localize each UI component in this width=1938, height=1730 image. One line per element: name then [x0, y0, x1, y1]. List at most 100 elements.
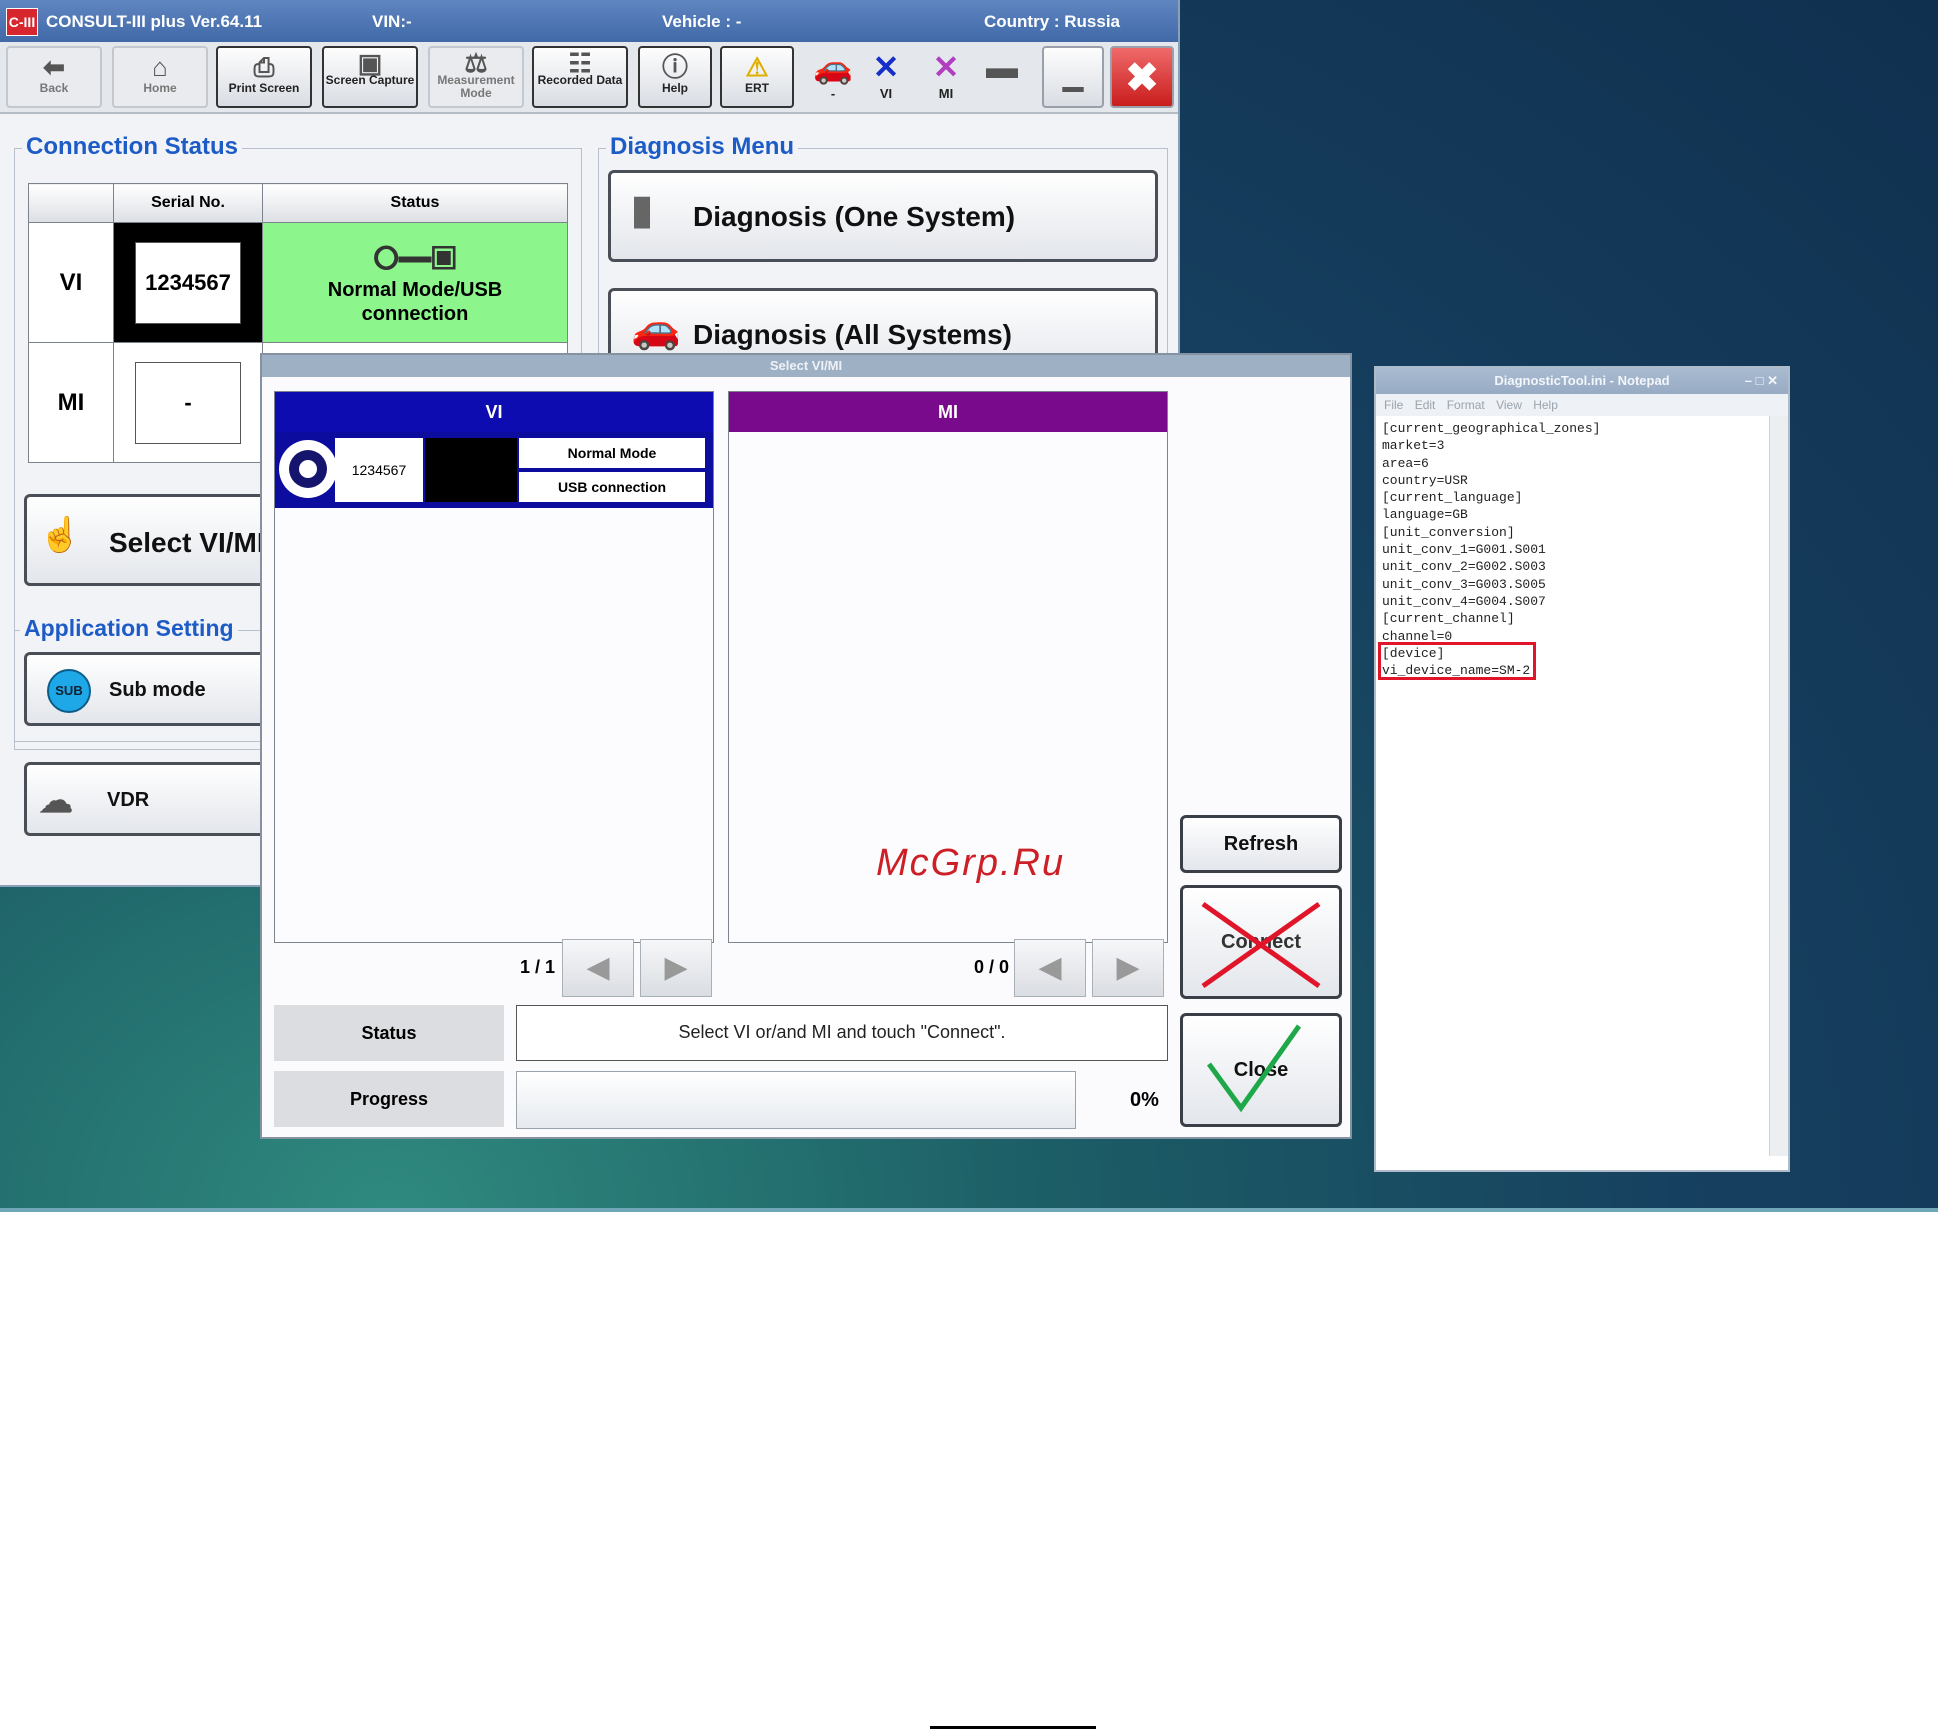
mi-next-page-button[interactable]: ▶: [1092, 939, 1164, 997]
home-icon: ⌂: [152, 52, 168, 82]
status-label: Status: [274, 1005, 504, 1061]
close-icon: ✖: [1125, 56, 1159, 100]
progress-label: Progress: [274, 1071, 504, 1127]
notepad-title: DiagnosticTool.ini - Notepad: [1494, 373, 1670, 388]
vin-label: VIN:-: [372, 12, 412, 31]
mi-status-indicator: ✕ MI: [920, 48, 972, 108]
vi-list-header: VI: [275, 392, 713, 432]
vi-item-connection: USB connection: [519, 472, 705, 502]
mi-list-header: MI: [729, 392, 1167, 432]
vi-page-indicator: 1 / 1: [520, 957, 556, 977]
mi-row-label: MI: [28, 342, 114, 463]
select-vimi-dialog: Select VI/MI VI 1234567 Normal Mode USB …: [260, 353, 1352, 1139]
vi-prev-page-button[interactable]: ◀: [562, 939, 634, 997]
help-icon: ⓘ: [661, 52, 688, 82]
progress-percent: 0%: [1130, 1089, 1159, 1111]
text-line: area=6: [1382, 455, 1429, 471]
vdr-icon: ☁: [39, 782, 73, 820]
close-app-button[interactable]: ✖: [1110, 46, 1174, 108]
usb-plug-icon: ⭘━▣: [373, 239, 457, 276]
notepad-titlebar: DiagnosticTool.ini - Notepad – □ ✕: [1376, 368, 1788, 394]
watermark: McGrp.Ru: [876, 842, 1066, 884]
refresh-button[interactable]: Refresh: [1180, 815, 1342, 873]
notepad-window: DiagnosticTool.ini - Notepad – □ ✕ File …: [1374, 366, 1790, 1172]
vi-next-page-button[interactable]: ▶: [640, 939, 712, 997]
dialog-title: Select VI/MI: [262, 355, 1350, 377]
home-button[interactable]: ⌂ Home: [112, 46, 208, 108]
camera-icon: ▣: [357, 48, 383, 78]
menu-format[interactable]: Format: [1447, 398, 1485, 412]
text-line: [current_geographical_zones]: [1382, 421, 1601, 436]
measurement-icon: ⚖: [464, 48, 488, 78]
text-line: country=USR: [1382, 472, 1468, 488]
vi-list-item[interactable]: 1234567 Normal Mode USB connection: [275, 432, 713, 508]
serial-column-header: Serial No.: [113, 183, 263, 223]
application-setting-title: Application Setting: [20, 615, 238, 642]
notepad-window-controls[interactable]: – □ ✕: [1745, 368, 1778, 394]
help-button[interactable]: ⓘ Help: [638, 46, 712, 108]
sub-mode-icon: SUB: [47, 669, 91, 713]
connection-status-title: Connection Status: [22, 133, 243, 161]
car-diagnosis-icon: 🚗: [631, 307, 681, 351]
vehicle-status-indicator: 🚗 -: [802, 48, 864, 108]
footer-line: [930, 1726, 1096, 1729]
ert-button[interactable]: ⚠ ERT: [720, 46, 794, 108]
text-line: language=GB: [1382, 507, 1468, 523]
notepad-text-area[interactable]: [current_geographical_zones] market=3 ar…: [1382, 420, 1762, 679]
vi-radio-button[interactable]: [279, 440, 337, 498]
vehicle-label: Vehicle : -: [662, 12, 742, 31]
back-button[interactable]: ⬅ Back: [6, 46, 102, 108]
menu-help[interactable]: Help: [1533, 398, 1558, 412]
measurement-mode-button[interactable]: ⚖ Measurement Mode: [428, 46, 524, 108]
checkmark-icon: [1206, 1024, 1302, 1113]
status-message: Select VI or/and MI and touch "Connect".: [516, 1005, 1168, 1061]
country-label: Country : Russia: [984, 12, 1121, 31]
main-toolbar: ⬅ Back ⌂ Home ⎙ Print Screen ▣ Screen Ca…: [0, 42, 1178, 114]
notepad-scrollbar[interactable]: [1769, 416, 1788, 1156]
vi-row-label: VI: [28, 222, 114, 343]
back-arrow-icon: ⬅: [43, 52, 65, 82]
minimize-button[interactable]: ▁: [1042, 46, 1104, 108]
menu-edit[interactable]: Edit: [1415, 398, 1436, 412]
touch-hand-icon: ☝: [39, 516, 82, 554]
mi-prev-page-button[interactable]: ◀: [1014, 939, 1086, 997]
warning-icon: ⚠: [745, 52, 769, 82]
connect-button[interactable]: Connect: [1180, 885, 1342, 999]
progress-bar: [516, 1071, 1076, 1129]
screen-capture-button[interactable]: ▣ Screen Capture: [322, 46, 418, 108]
vi-list-panel: VI 1234567 Normal Mode USB connection: [274, 391, 714, 943]
text-line: unit_conv_3=G003.S005: [1382, 576, 1546, 592]
diagnosis-menu-title: Diagnosis Menu: [606, 133, 799, 161]
vi-item-mode: Normal Mode: [519, 438, 705, 468]
recorded-data-button[interactable]: ☷ Recorded Data: [532, 46, 628, 108]
app-logo-icon: C-III: [6, 8, 38, 36]
menu-view[interactable]: View: [1496, 398, 1522, 412]
mi-serial: -: [135, 361, 241, 444]
close-dialog-button[interactable]: Close: [1180, 1013, 1342, 1127]
minimize-icon: ▁: [1063, 61, 1083, 91]
main-titlebar: C-III CONSULT-III plus Ver.64.11 VIN:- V…: [0, 0, 1178, 42]
car-icon: 🚗: [813, 49, 853, 85]
text-line: unit_conv_1=G001.S001: [1382, 542, 1546, 558]
status-column-header: Status: [262, 183, 568, 223]
mi-page-indicator: 0 / 0: [974, 957, 1010, 977]
vi-serial: 1234567: [135, 241, 241, 324]
device-highlight-box: [1378, 642, 1536, 680]
recorded-data-icon: ☷: [568, 48, 592, 78]
text-line: [unit_conversion]: [1382, 524, 1515, 540]
vi-disconnected-icon: ✕: [872, 49, 900, 85]
text-line: [current_channel]: [1382, 611, 1515, 627]
print-screen-button[interactable]: ⎙ Print Screen: [216, 46, 312, 108]
diagnosis-one-system-button[interactable]: ▮ Diagnosis (One System): [608, 170, 1158, 262]
text-line: [current_language]: [1382, 490, 1523, 506]
vi-status-text: Normal Mode/USB connection: [327, 278, 503, 325]
printer-icon: ⎙: [253, 52, 275, 82]
vi-status-indicator: ✕ VI: [860, 48, 912, 108]
menu-file[interactable]: File: [1384, 398, 1403, 412]
vi-status-cell: ⭘━▣ Normal Mode/USB connection: [262, 222, 568, 343]
mi-disconnected-icon: ✕: [932, 49, 960, 85]
vi-item-serial: 1234567: [335, 438, 423, 502]
notepad-menubar: File Edit Format View Help: [1376, 394, 1788, 416]
desktop-edge: [0, 1208, 1938, 1212]
text-line: unit_conv_4=G004.S007: [1382, 593, 1546, 609]
